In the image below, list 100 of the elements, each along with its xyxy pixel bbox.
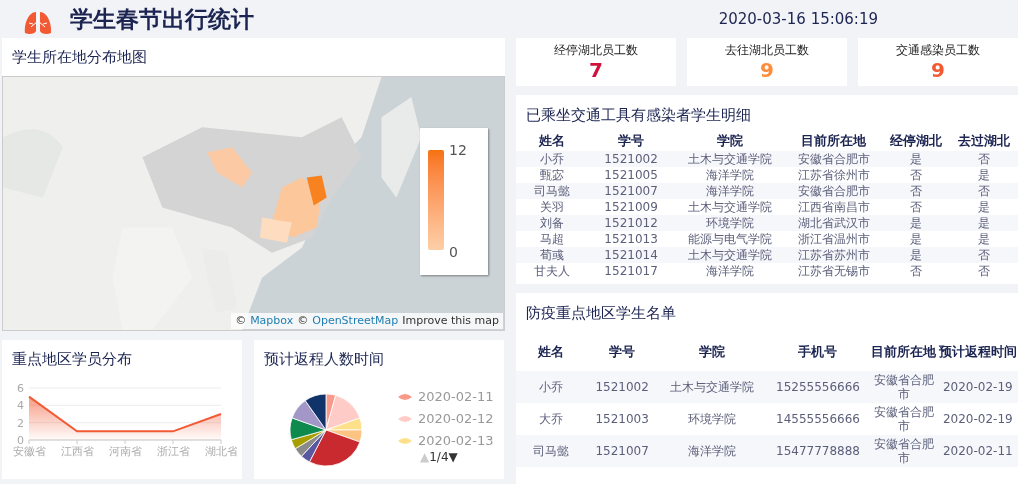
y-tick-label: 6 (17, 382, 24, 395)
table-cell: 江苏省苏州市 (785, 247, 882, 263)
openstreetmap-link[interactable]: OpenStreetMap (312, 312, 399, 329)
y-tick-label: 2 (17, 416, 24, 430)
table-cell: 能源与电气学院 (673, 231, 786, 247)
column-header: 目前所在地 (869, 331, 938, 371)
table-cell: 否 (881, 263, 950, 279)
legend-min-label: 0 (449, 243, 459, 262)
page-indicator: 1/4 (429, 449, 449, 466)
table-cell: 是 (881, 231, 950, 247)
table-cell: 是 (881, 247, 950, 263)
table-cell: 是 (949, 199, 1018, 215)
table-cell: 海洋学院 (673, 183, 786, 199)
table-cell: 14555556666 (766, 403, 870, 435)
table-cell: 刘备 (516, 215, 589, 231)
column-header: 手机号 (766, 331, 870, 371)
table-cell: 2020-02-11 (937, 435, 1018, 467)
column-header: 学号 (586, 331, 659, 371)
table-cell: 环境学院 (658, 403, 767, 435)
table-cell: 安徽省合肥市 (869, 371, 938, 403)
table-cell: 安徽省合肥市 (785, 183, 882, 199)
table-cell: 大乔 (516, 403, 587, 435)
table-cell: 海洋学院 (673, 263, 786, 279)
card-title: 预计返程人数时间 (263, 348, 385, 370)
table-cell: 1521007 (588, 183, 674, 199)
table-cell: 是 (881, 151, 950, 167)
page-title: 学生春节出行统计 (70, 4, 254, 34)
table-cell: 安徽省合肥市 (785, 151, 882, 167)
table-cell: 司马懿 (516, 183, 589, 199)
table-cell: 司马懿 (516, 435, 587, 467)
table-cell: 否 (881, 167, 950, 183)
table-cell: 关羽 (516, 199, 589, 215)
mapbox-link[interactable]: Mapbox (250, 312, 294, 329)
table-cell: 海洋学院 (658, 435, 767, 467)
table-cell: 1521009 (588, 199, 674, 215)
table-cell: 1521002 (586, 371, 659, 403)
table-cell: 2020-02-19 (937, 371, 1018, 403)
table-cell: 土木与交通学院 (673, 247, 786, 263)
improve-map-link[interactable]: Improve this map (402, 312, 499, 329)
table-cell: 土木与交通学院 (673, 199, 786, 215)
x-tick-label: 河南省 (108, 445, 142, 458)
table-cell: 否 (949, 263, 1018, 279)
column-header: 姓名 (516, 331, 587, 371)
column-header: 学院 (673, 131, 786, 151)
table-cell: 1521014 (588, 247, 674, 263)
table-cell: 湖北省武汉市 (785, 215, 882, 231)
table-cell: 否 (881, 199, 950, 215)
column-header: 经停湖北 (881, 131, 950, 151)
table-cell: 15477778888 (766, 435, 870, 467)
table-cell: 土木与交通学院 (673, 151, 786, 167)
table-cell: 1521013 (588, 231, 674, 247)
legend-max-label: 12 (449, 141, 467, 160)
column-header: 预计返程时间 (937, 331, 1018, 371)
table-cell: 是 (949, 231, 1018, 247)
stat-value: 7 (589, 58, 603, 82)
table-cell: 江苏省无锡市 (785, 263, 882, 279)
table-cell: 否 (949, 247, 1018, 263)
stat-value: 9 (931, 58, 945, 82)
table-cell: 浙江省温州市 (785, 231, 882, 247)
table-cell: 江苏省徐州市 (785, 167, 882, 183)
stat-label: 交通感染员工数 (896, 42, 980, 58)
table-cell: 1521007 (586, 435, 659, 467)
table-cell: 1521003 (586, 403, 659, 435)
table-cell: 甄宓 (516, 167, 589, 183)
next-page-button[interactable]: ▼ (448, 448, 458, 466)
stat-value: 9 (760, 58, 774, 82)
table-cell: 土木与交通学院 (658, 371, 767, 403)
table-cell: 小乔 (516, 151, 589, 167)
column-header: 姓名 (516, 131, 589, 151)
table-cell: 安徽省合肥市 (869, 403, 938, 435)
x-tick-label: 江西省 (60, 445, 94, 458)
table-cell: 江西省南昌市 (785, 199, 882, 215)
table-cell: 1521012 (588, 215, 674, 231)
table-cell: 安徽省合肥市 (869, 435, 938, 467)
table-cell: 15255556666 (766, 371, 870, 403)
stat-label: 经停湖北员工数 (554, 42, 638, 58)
column-header: 去过湖北 (949, 131, 1018, 151)
legend-label: 2020-02-13 (418, 432, 494, 451)
table-cell: 否 (881, 183, 950, 199)
table-cell: 是 (949, 167, 1018, 183)
x-tick-label: 安徽省 (12, 445, 46, 458)
stat-label: 去往湖北员工数 (725, 42, 809, 58)
card-title: 学生所在地分布地图 (11, 46, 148, 68)
legend-label: 2020-02-11 (418, 388, 494, 407)
column-header: 学院 (658, 331, 767, 371)
table-cell: 是 (881, 215, 950, 231)
lungs-icon (23, 9, 53, 35)
table-cell: 荀彧 (516, 247, 589, 263)
copyright-text: © (297, 312, 309, 329)
table-cell: 1521005 (588, 167, 674, 183)
y-tick-label: 0 (17, 434, 24, 447)
card-title: 防疫重点地区学生名单 (525, 302, 677, 324)
table-cell: 否 (949, 151, 1018, 167)
table-cell: 环境学院 (673, 215, 786, 231)
card-title: 已乘坐交通工具有感染者学生明细 (525, 104, 752, 126)
column-header: 学号 (588, 131, 674, 151)
card-title: 重点地区学员分布 (11, 348, 133, 370)
table-cell: 是 (949, 215, 1018, 231)
table-cell: 否 (949, 183, 1018, 199)
table-cell: 马超 (516, 231, 589, 247)
